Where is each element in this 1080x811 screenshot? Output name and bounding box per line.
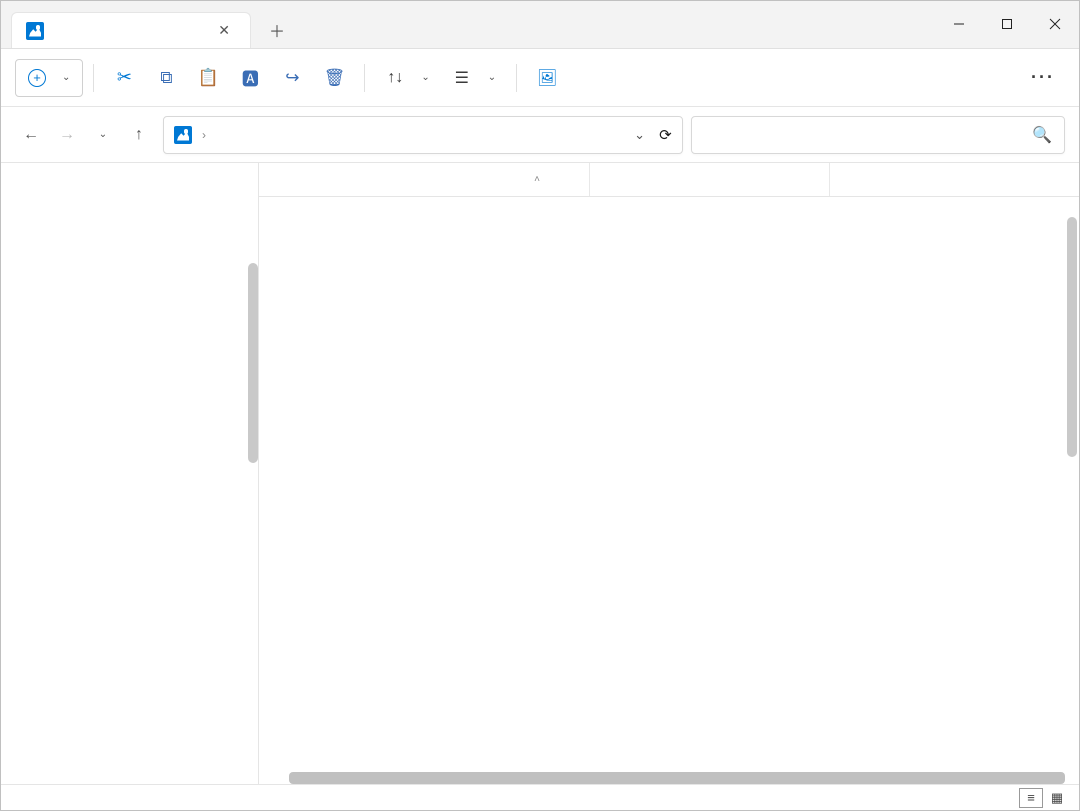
file-list-pane: ˄ — [259, 163, 1079, 784]
ellipsis-icon: ··· — [1031, 67, 1055, 88]
up-button[interactable]: ↑ — [123, 119, 155, 151]
share-icon: ↪ — [282, 68, 302, 88]
view-icon: ☰ — [452, 68, 472, 88]
content-scrollbar[interactable] — [1067, 217, 1077, 457]
search-icon: 🔍 — [1032, 125, 1052, 145]
view-button[interactable]: ☰ ⌄ — [442, 59, 506, 97]
chevron-down-icon: ⌄ — [488, 72, 496, 83]
cut-button[interactable]: ✂ — [104, 59, 144, 97]
refresh-button[interactable]: ⟳ — [659, 126, 672, 144]
chevron-down-icon: ⌄ — [62, 72, 70, 83]
maximize-button[interactable] — [983, 0, 1031, 48]
active-tab[interactable]: ✕ — [11, 12, 251, 48]
close-window-button[interactable] — [1031, 0, 1079, 48]
pictures-icon — [26, 22, 44, 40]
address-bar[interactable]: › ⌄ ⟳ — [163, 116, 683, 154]
chevron-down-icon[interactable]: ⌄ — [634, 127, 645, 143]
sort-indicator-icon: ˄ — [534, 174, 540, 185]
copy-button[interactable]: ⧉ — [146, 59, 186, 97]
thumbnails-view-button[interactable]: ▦ — [1045, 788, 1069, 808]
navigation-row: ← → ⌄ ↑ › ⌄ ⟳ 🔍 — [1, 107, 1079, 163]
separator — [93, 64, 94, 92]
details-view-button[interactable]: ≡ — [1019, 788, 1043, 808]
horizontal-scrollbar[interactable] — [289, 772, 1065, 784]
sidebar-scrollbar[interactable] — [248, 263, 258, 463]
column-date[interactable] — [589, 163, 829, 196]
status-bar: ≡ ▦ — [1, 784, 1079, 810]
scissors-icon: ✂ — [114, 68, 134, 88]
background-icon: 🖼 — [537, 68, 557, 88]
clipboard-icon: 📋 — [198, 68, 218, 88]
more-button[interactable]: ··· — [1021, 59, 1065, 97]
new-tab-button[interactable]: ＋ — [259, 12, 295, 48]
titlebar: ✕ ＋ — [1, 1, 1079, 49]
column-headers: ˄ — [259, 163, 1079, 197]
toolbar: + ⌄ ✂ ⧉ 📋 🅰 ↪ 🗑 ↑↓ ⌄ ☰ ⌄ 🖼 ··· — [1, 49, 1079, 107]
new-button[interactable]: + ⌄ — [15, 59, 83, 97]
trash-icon: 🗑 — [324, 68, 344, 88]
window-controls — [935, 0, 1079, 48]
paste-button[interactable]: 📋 — [188, 59, 228, 97]
delete-button[interactable]: 🗑 — [314, 59, 354, 97]
minimize-button[interactable] — [935, 0, 983, 48]
rename-icon: 🅰 — [240, 68, 260, 88]
share-button[interactable]: ↪ — [272, 59, 312, 97]
file-rows — [259, 197, 1079, 784]
pictures-icon — [174, 126, 192, 144]
recent-button[interactable]: ⌄ — [87, 119, 119, 151]
column-type[interactable] — [829, 163, 1009, 196]
separator — [364, 64, 365, 92]
forward-button[interactable]: → — [51, 119, 83, 151]
copy-icon: ⧉ — [156, 68, 176, 88]
close-tab-icon[interactable]: ✕ — [212, 20, 236, 41]
back-button[interactable]: ← — [15, 119, 47, 151]
plus-icon: + — [28, 69, 46, 87]
sort-icon: ↑↓ — [385, 68, 405, 88]
set-background-button[interactable]: 🖼 — [527, 59, 575, 97]
breadcrumb-separator-icon: › — [202, 128, 206, 142]
column-name[interactable]: ˄ — [289, 163, 589, 196]
sort-button[interactable]: ↑↓ ⌄ — [375, 59, 439, 97]
chevron-down-icon: ⌄ — [421, 72, 429, 83]
navigation-pane — [1, 163, 259, 784]
separator — [516, 64, 517, 92]
search-input[interactable]: 🔍 — [691, 116, 1065, 154]
rename-button[interactable]: 🅰 — [230, 59, 270, 97]
chevron-down-icon: ⌄ — [99, 129, 107, 140]
